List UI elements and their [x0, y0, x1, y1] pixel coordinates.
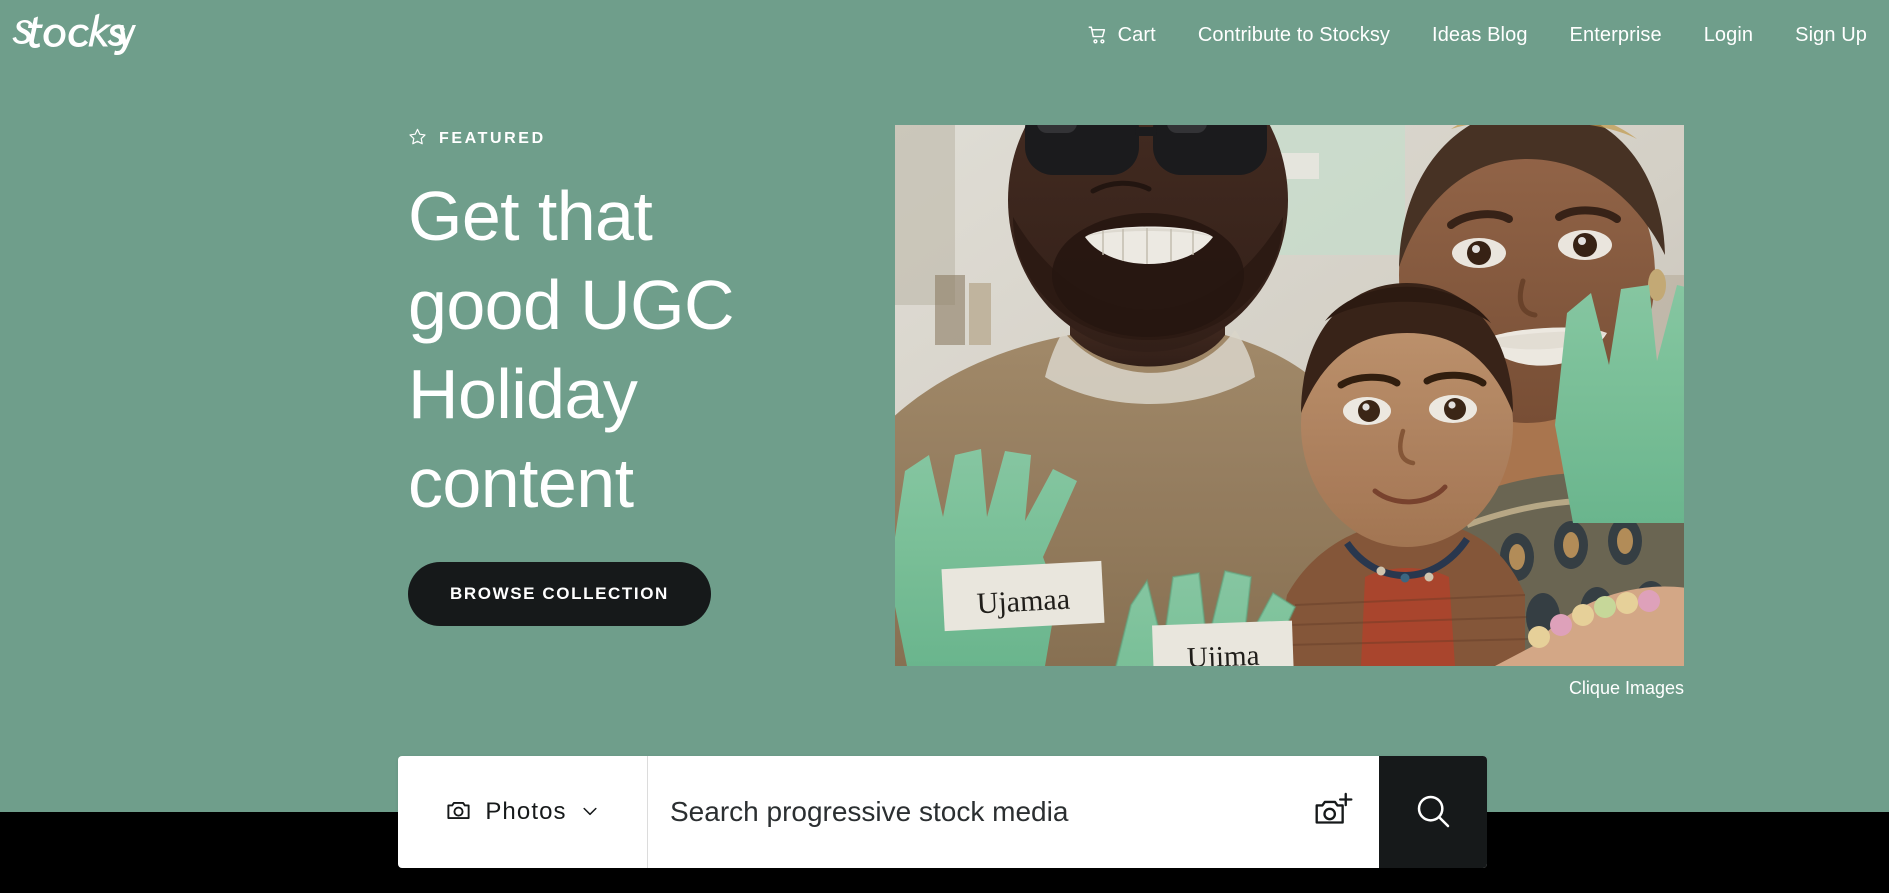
hero-headline: Get that good UGC Holiday content	[408, 177, 735, 522]
nav-item-ideas-blog[interactable]: Ideas Blog	[1411, 22, 1549, 48]
search-bar: Photos Visual search	[398, 756, 1487, 868]
nav-item-cart-label: Cart	[1117, 24, 1156, 46]
camera-icon	[445, 797, 472, 827]
site-header: Cart Contribute to Stocksy Ideas Blog En…	[0, 0, 1889, 80]
nav-item-contribute[interactable]: Contribute to Stocksy	[1177, 22, 1411, 48]
nav-item-contribute-label: Contribute to Stocksy	[1197, 24, 1391, 46]
hero-figure: Ujamaa Ujima Clique Images	[895, 125, 1684, 700]
chevron-down-icon	[580, 801, 600, 824]
featured-badge-label: FEATURED	[439, 130, 546, 147]
shopping-cart-icon	[1087, 24, 1109, 46]
search-field-wrapper: Visual search	[648, 756, 1379, 868]
media-type-label: Photos	[485, 798, 567, 825]
nav-item-login[interactable]: Login	[1683, 22, 1774, 48]
hero-image[interactable]: Ujamaa Ujima	[895, 125, 1684, 666]
media-type-dropdown[interactable]: Photos	[398, 756, 648, 868]
nav-item-enterprise-label: Enterprise	[1569, 24, 1662, 46]
search-icon	[1413, 791, 1453, 834]
nav-item-login-label: Login	[1703, 24, 1754, 46]
primary-navigation: Cart Contribute to Stocksy Ideas Blog En…	[1066, 22, 1867, 48]
star-outline-icon	[408, 127, 427, 151]
hero-text-block: FEATURED Get that good UGC Holiday conte…	[408, 128, 838, 626]
nav-item-sign-up[interactable]: Sign Up	[1774, 22, 1867, 48]
camera-plus-icon	[1313, 790, 1355, 835]
stocksy-logo[interactable]	[8, 8, 138, 64]
nav-item-sign-up-label: Sign Up	[1795, 24, 1867, 46]
search-submit-button[interactable]: Search	[1379, 756, 1487, 868]
nav-item-enterprise[interactable]: Enterprise	[1549, 22, 1683, 48]
page-root: Cart Contribute to Stocksy Ideas Blog En…	[0, 0, 1889, 893]
browse-collection-button[interactable]: BROWSE COLLECTION	[408, 562, 711, 626]
photo-credit[interactable]: Clique Images	[895, 676, 1684, 700]
featured-badge: FEATURED	[408, 128, 838, 150]
search-input[interactable]	[670, 782, 1297, 842]
nav-item-cart[interactable]: Cart	[1066, 22, 1177, 48]
visual-search-button[interactable]: Visual search	[1297, 790, 1371, 835]
nav-item-ideas-blog-label: Ideas Blog	[1432, 24, 1528, 46]
